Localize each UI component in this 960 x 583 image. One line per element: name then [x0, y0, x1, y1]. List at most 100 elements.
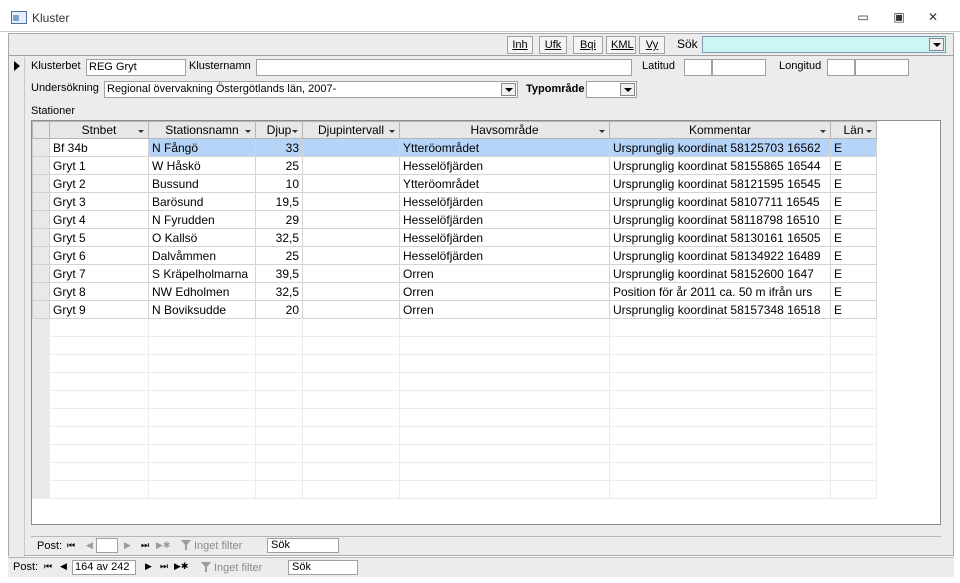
row-selector[interactable]	[32, 156, 50, 175]
vy-button[interactable]: Vy	[639, 36, 665, 54]
row-selector[interactable]	[32, 192, 50, 211]
table-row[interactable]: Gryt 8 NW Edholmen 32,5 Orren Position för å…	[32, 282, 877, 301]
column-header-havsomrade[interactable]: Havsområde	[399, 121, 610, 139]
longitud-minutes-field[interactable]	[855, 59, 909, 76]
column-header-lan[interactable]: Län	[830, 121, 877, 139]
table-cell[interactable]: E	[830, 264, 877, 283]
table-cell[interactable]: Ursprunglig koordinat 58125703 16562	[609, 138, 831, 157]
table-cell[interactable]: Gryt 4	[49, 210, 149, 229]
table-cell[interactable]: Ytteröområdet	[399, 138, 610, 157]
longitud-degrees-field[interactable]	[827, 59, 855, 76]
row-selector[interactable]	[32, 246, 50, 265]
table-cell[interactable]: Ursprunglig koordinat 58134922 16489	[609, 246, 831, 265]
table-cell[interactable]	[302, 246, 400, 265]
table-cell[interactable]	[302, 210, 400, 229]
previous-record-icon[interactable]: ◀	[86, 540, 93, 551]
main-filter-button[interactable]: Inget filter	[201, 561, 262, 574]
table-cell[interactable]: N Fångö	[148, 138, 256, 157]
klusternamn-field[interactable]	[256, 59, 632, 76]
table-cell[interactable]: 29	[255, 210, 303, 229]
column-sort-icon[interactable]	[820, 130, 826, 133]
table-cell[interactable]	[302, 264, 400, 283]
latitud-minutes-field[interactable]	[712, 59, 766, 76]
dropdown-arrow-icon[interactable]	[929, 38, 944, 51]
last-record-icon[interactable]: ⏭	[141, 540, 149, 551]
table-cell[interactable]: Gryt 6	[49, 246, 149, 265]
table-cell[interactable]	[302, 138, 400, 157]
table-cell[interactable]: S Kräpelholmarna	[148, 264, 256, 283]
table-row[interactable]: Gryt 3 Barösund 19,5 Hesselöfjärden Ursprung…	[32, 192, 877, 211]
table-cell[interactable]: Ursprunglig koordinat 58152600 1647	[609, 264, 831, 283]
table-cell[interactable]: 25	[255, 246, 303, 265]
table-cell[interactable]: Hesselöfjärden	[399, 228, 610, 247]
column-header-stationsnamn[interactable]: Stationsnamn	[148, 121, 256, 139]
subform-filter-button[interactable]: Inget filter	[181, 539, 242, 552]
select-all-corner[interactable]	[32, 121, 50, 139]
klusterbet-field[interactable]: REG Gryt	[86, 59, 186, 76]
previous-record-icon[interactable]: ◀	[60, 561, 67, 572]
column-sort-icon[interactable]	[599, 130, 605, 133]
table-cell[interactable]: Bussund	[148, 174, 256, 193]
table-cell[interactable]: E	[830, 210, 877, 229]
column-sort-icon[interactable]	[866, 130, 872, 133]
table-cell[interactable]	[302, 192, 400, 211]
table-row[interactable]: Gryt 5O Kallsö 32,5 Hesselöfjärden Ursprung…	[32, 228, 877, 247]
column-sort-icon[interactable]	[389, 130, 395, 133]
close-button[interactable]: ✕	[922, 9, 944, 25]
row-selector[interactable]	[32, 264, 50, 283]
row-selector[interactable]	[32, 210, 50, 229]
table-cell[interactable]: E	[830, 138, 877, 157]
table-cell[interactable]: Gryt 3	[49, 192, 149, 211]
column-sort-icon[interactable]	[138, 130, 144, 133]
table-cell[interactable]: E	[830, 246, 877, 265]
table-row[interactable]: Gryt 7S Kräpelholmarna 39,5 Orren Ursprungl…	[32, 264, 877, 283]
latitud-degrees-field[interactable]	[684, 59, 712, 76]
new-record-icon[interactable]: ▶✱	[174, 561, 188, 572]
column-header-djup[interactable]: Djup	[255, 121, 303, 139]
table-cell[interactable]: 32,5	[255, 282, 303, 301]
table-cell[interactable]: E	[830, 228, 877, 247]
inh-button[interactable]: Inh	[507, 36, 533, 54]
table-cell[interactable]: NW Edholmen	[148, 282, 256, 301]
main-search-input[interactable]: Sök	[288, 560, 358, 575]
next-record-icon[interactable]: ▶	[124, 540, 131, 551]
table-cell[interactable]: Orren	[399, 264, 610, 283]
table-cell[interactable]: 39,5	[255, 264, 303, 283]
table-cell[interactable]: Hesselöfjärden	[399, 210, 610, 229]
table-cell[interactable]	[302, 156, 400, 175]
table-cell[interactable]: N Fyrudden	[148, 210, 256, 229]
table-row[interactable]: Gryt 2 Bussund 10 Ytteröområdet Ursprunglig …	[32, 174, 877, 193]
table-cell[interactable]: Ursprunglig koordinat 58157348 16518	[609, 300, 831, 319]
table-cell[interactable]: Position för år 2011 ca. 50 m ifrån urs	[609, 282, 831, 301]
main-record-number[interactable]: 164 av 242	[72, 560, 136, 575]
table-cell[interactable]: Dalvåmmen	[148, 246, 256, 265]
table-cell[interactable]: 33	[255, 138, 303, 157]
table-cell[interactable]: Gryt 2	[49, 174, 149, 193]
column-header-djupintervall[interactable]: Djupintervall	[302, 121, 400, 139]
table-row[interactable]: Gryt 6 Dalvåmmen 25 Hesselöfjärden Ursprungl…	[32, 246, 877, 265]
table-row[interactable]: Gryt 9N Boviksudde 20 Orren Ursprunglig koo…	[32, 300, 877, 319]
table-cell[interactable]: E	[830, 282, 877, 301]
column-header-kommentar[interactable]: Kommentar	[609, 121, 831, 139]
table-cell[interactable]: Gryt 5	[49, 228, 149, 247]
table-cell[interactable]: Hesselöfjärden	[399, 192, 610, 211]
table-cell[interactable]: Bf 34b	[49, 138, 149, 157]
table-row[interactable]: Gryt 1W Håskö 25 Hesselöfjärden Ursprunglig…	[32, 156, 877, 175]
row-selector[interactable]	[32, 282, 50, 301]
dropdown-arrow-icon[interactable]	[501, 83, 516, 96]
table-cell[interactable]: Ursprunglig koordinat 58121595 16545	[609, 174, 831, 193]
table-cell[interactable]: 32,5	[255, 228, 303, 247]
maximize-button[interactable]: ▣	[888, 9, 910, 25]
subform-search-input[interactable]: Sök	[267, 538, 339, 553]
row-selector[interactable]	[32, 300, 50, 319]
table-cell[interactable]: E	[830, 192, 877, 211]
table-row[interactable]: Gryt 4N Fyrudden 29 Hesselöfjärden Ursprung…	[32, 210, 877, 229]
table-cell[interactable]: Gryt 1	[49, 156, 149, 175]
first-record-icon[interactable]: ⏮	[67, 540, 75, 551]
table-cell[interactable]: Hesselöfjärden	[399, 156, 610, 175]
table-row[interactable]: Bf 34b N Fångö 33 Ytteröområdet Ursprunglig …	[32, 138, 877, 157]
ufk-button[interactable]: Ufk	[539, 36, 567, 54]
table-cell[interactable]	[302, 300, 400, 319]
table-cell[interactable]: Gryt 9	[49, 300, 149, 319]
table-cell[interactable]: W Håskö	[148, 156, 256, 175]
